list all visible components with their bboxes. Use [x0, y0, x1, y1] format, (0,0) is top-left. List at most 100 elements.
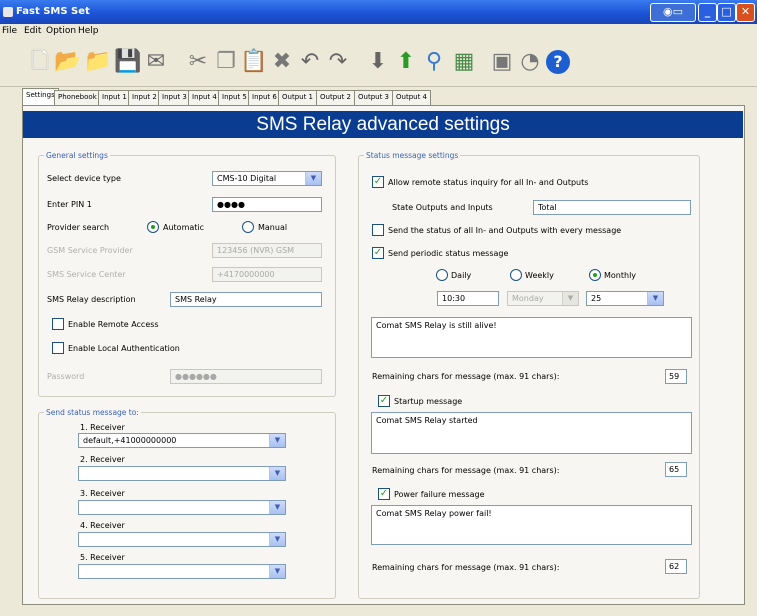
- device-type-select[interactable]: CMS-10 Digital ▼: [212, 171, 322, 186]
- menu-bar: File Edit Option Help: [0, 24, 757, 40]
- receiver-2-select[interactable]: ▼: [78, 466, 286, 481]
- tab-input-2[interactable]: Input 2: [128, 90, 161, 105]
- open-folder-icon[interactable]: 📁: [84, 48, 112, 76]
- chevron-down-icon: ▼: [562, 292, 578, 305]
- weekday-value: Monday: [512, 294, 544, 303]
- allow-remote-checkbox[interactable]: ✓: [372, 176, 384, 188]
- tab-output-4[interactable]: Output 4: [392, 90, 431, 105]
- maximize-button[interactable]: □: [717, 3, 736, 22]
- time-input[interactable]: 10:30: [437, 291, 499, 306]
- provider-manual-label: Manual: [258, 223, 288, 232]
- device-icon[interactable]: ▣: [488, 48, 516, 76]
- period-weekly-label: Weekly: [525, 271, 554, 280]
- send-status-every-checkbox[interactable]: [372, 224, 384, 236]
- menu-option[interactable]: Option: [46, 26, 76, 36]
- power-remaining-count: 62: [665, 559, 687, 574]
- startup-remaining-label: Remaining chars for message (max. 91 cha…: [372, 466, 560, 475]
- help-icon[interactable]: ?: [546, 50, 570, 74]
- window-title: Fast SMS Set: [16, 6, 90, 17]
- receiver-5-label: 5. Receiver: [80, 553, 125, 562]
- receiver-3-label: 3. Receiver: [80, 489, 125, 498]
- power-failure-checkbox[interactable]: ✓: [378, 488, 390, 500]
- minimize-button[interactable]: _: [698, 3, 717, 22]
- tab-input-4[interactable]: Input 4: [188, 90, 221, 105]
- send-icon[interactable]: ✉: [142, 48, 170, 76]
- receiver-1-value: default,+41000000000: [83, 436, 177, 445]
- undo-icon[interactable]: ↶: [296, 48, 324, 76]
- remote-access-label: Enable Remote Access: [68, 320, 159, 329]
- tab-output-1[interactable]: Output 1: [278, 90, 317, 105]
- sms-center-label: SMS Service Center: [47, 270, 126, 279]
- period-weekly-radio[interactable]: [510, 269, 522, 281]
- menu-edit[interactable]: Edit: [24, 26, 41, 36]
- send-status-label: Send status message to:: [44, 408, 141, 417]
- receiver-5-select[interactable]: ▼: [78, 564, 286, 579]
- menu-help[interactable]: Help: [78, 26, 99, 36]
- save-icon[interactable]: 💾: [114, 48, 142, 76]
- tab-input-6[interactable]: Input 6: [248, 90, 281, 105]
- gsm-service-input: 123456 (NVR) GSM: [212, 243, 322, 258]
- cut-icon[interactable]: ✂: [184, 48, 212, 76]
- paste-icon[interactable]: 📋: [240, 48, 268, 76]
- description-input[interactable]: SMS Relay: [170, 292, 322, 307]
- receiver-4-select[interactable]: ▼: [78, 532, 286, 547]
- tab-input-1[interactable]: Input 1: [98, 90, 131, 105]
- startup-checkbox[interactable]: ✓: [378, 395, 390, 407]
- state-input[interactable]: Total: [533, 200, 691, 215]
- send-status-every-label: Send the status of all In- and Outputs w…: [388, 226, 622, 235]
- connect-icon[interactable]: ◔: [516, 48, 544, 76]
- power-remaining-label: Remaining chars for message (max. 91 cha…: [372, 563, 560, 572]
- provider-automatic-radio[interactable]: [147, 221, 159, 233]
- periodic-label: Send periodic status message: [388, 249, 509, 258]
- receiver-2-label: 2. Receiver: [80, 455, 125, 464]
- receiver-1-select[interactable]: default,+41000000000 ▼: [78, 433, 286, 448]
- tab-input-3[interactable]: Input 3: [158, 90, 191, 105]
- receiver-4-label: 4. Receiver: [80, 521, 125, 530]
- provider-automatic-label: Automatic: [163, 223, 205, 232]
- download-icon[interactable]: ⬇: [364, 48, 392, 76]
- tab-output-3[interactable]: Output 3: [354, 90, 393, 105]
- period-daily-label: Daily: [451, 271, 472, 280]
- startup-message-textarea[interactable]: Comat SMS Relay started: [371, 412, 692, 454]
- copy-icon[interactable]: ❐: [212, 48, 240, 76]
- tab-input-5[interactable]: Input 5: [218, 90, 251, 105]
- local-auth-label: Enable Local Authentication: [68, 344, 180, 353]
- toolbar: 🗋 📂 📁 💾 ✉ ✂ ❐ 📋 ✖ ↶ ↷ ⬇ ⬆ ⚲ ▦ ▣ ◔ ?: [0, 40, 757, 87]
- pin-input[interactable]: ●●●●: [212, 197, 322, 212]
- periodic-checkbox[interactable]: ✓: [372, 247, 384, 259]
- chevron-down-icon: ▼: [647, 292, 663, 305]
- close-button[interactable]: ✕: [736, 3, 755, 22]
- period-monthly-radio[interactable]: [589, 269, 601, 281]
- network-icon[interactable]: ▦: [450, 48, 478, 76]
- provider-search-label: Provider search: [47, 223, 110, 232]
- local-auth-checkbox[interactable]: [52, 342, 64, 354]
- password-input: ●●●●●●: [170, 369, 322, 384]
- search-icon[interactable]: ⚲: [420, 48, 448, 76]
- new-icon[interactable]: 🗋: [26, 48, 54, 76]
- menu-file[interactable]: File: [2, 26, 17, 36]
- remote-access-checkbox[interactable]: [52, 318, 64, 330]
- title-bar: Fast SMS Set ◉▭ _ □ ✕: [0, 0, 757, 24]
- receiver-1-label: 1. Receiver: [80, 423, 125, 432]
- redo-icon[interactable]: ↷: [324, 48, 352, 76]
- open-icon[interactable]: 📂: [54, 48, 82, 76]
- provider-manual-radio[interactable]: [242, 221, 254, 233]
- device-type-value: CMS-10 Digital: [217, 174, 277, 183]
- chevron-down-icon: ▼: [305, 172, 321, 185]
- period-monthly-label: Monthly: [604, 271, 637, 280]
- periodic-message-textarea[interactable]: Comat SMS Relay is still alive!: [371, 317, 692, 358]
- periodic-remaining-count: 59: [665, 369, 687, 384]
- power-failure-message-textarea[interactable]: Comat SMS Relay power fail!: [371, 505, 692, 545]
- delete-icon[interactable]: ✖: [268, 48, 296, 76]
- gsm-service-label: GSM Service Provider: [47, 246, 133, 255]
- connection-status-icon: ◉▭: [650, 3, 696, 22]
- power-failure-label: Power failure message: [394, 490, 485, 499]
- upload-icon[interactable]: ⬆: [392, 48, 420, 76]
- day-value: 25: [591, 294, 602, 303]
- tab-output-2[interactable]: Output 2: [316, 90, 355, 105]
- day-select[interactable]: 25 ▼: [586, 291, 664, 306]
- device-type-label: Select device type: [47, 174, 121, 183]
- tab-phonebook[interactable]: Phonebook: [54, 90, 101, 105]
- period-daily-radio[interactable]: [436, 269, 448, 281]
- receiver-3-select[interactable]: ▼: [78, 500, 286, 515]
